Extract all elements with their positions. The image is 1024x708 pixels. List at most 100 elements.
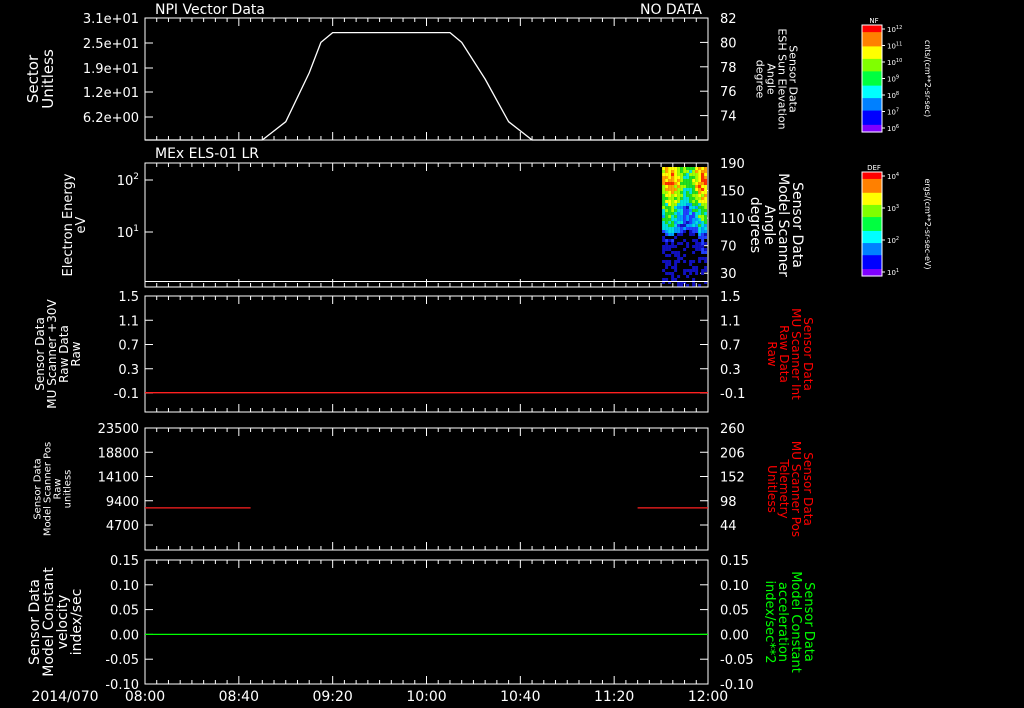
left-tick-label: 1.5 [118, 290, 139, 305]
heat-cell [683, 272, 687, 275]
right-tick-label: 110 [720, 212, 745, 227]
heat-cell [674, 278, 678, 281]
left-tick-label: 0.00 [110, 628, 139, 643]
heat-cell [671, 272, 675, 275]
left-axis-label: Sensor DataMU Scanner +30VRaw DataRaw [33, 299, 83, 409]
heat-cell [680, 227, 684, 230]
heat-cell [701, 176, 705, 179]
heat-cell [668, 191, 672, 194]
heat-cell [692, 224, 696, 227]
heat-cell [665, 263, 669, 266]
left-tick-label: 1.1 [118, 314, 139, 329]
right-tick-label: 152 [720, 471, 745, 486]
heat-cell [683, 230, 687, 233]
heat-cell [701, 185, 705, 188]
heat-cell [671, 230, 675, 233]
colorbar-tick-label: 108 [887, 91, 899, 100]
left-tick-label: 18800 [98, 446, 139, 461]
heat-cell [674, 230, 678, 233]
right-tick-label: 0.05 [720, 604, 749, 619]
right-tick-label: 0.10 [720, 579, 749, 594]
heat-cell [668, 188, 672, 191]
heat-cell [689, 185, 693, 188]
heat-cell [671, 215, 675, 218]
heat-cell [689, 215, 693, 218]
panel-title: MEx ELS-01 LR [155, 146, 259, 162]
heat-cell [671, 227, 675, 230]
colorbar-unit-text: ergs/(cm**2-sr-sec-eV) [923, 178, 932, 269]
left-tick-label: 2.5e+01 [83, 37, 139, 52]
heat-cell [668, 167, 672, 170]
heat-cell [674, 212, 678, 215]
colorbar-tick-label: 101 [887, 268, 899, 277]
heat-cell [701, 242, 705, 245]
heat-cell [674, 191, 678, 194]
heat-cell [695, 245, 699, 248]
heat-cell [674, 176, 678, 179]
heat-cell [704, 212, 708, 215]
heat-cell [698, 233, 702, 236]
heat-cell [674, 173, 678, 176]
heat-cell [704, 251, 708, 254]
time-tick-label: 08:00 [125, 689, 165, 705]
heat-cell [668, 173, 672, 176]
heat-cell [686, 242, 690, 245]
heat-cell [680, 230, 684, 233]
heat-cell [668, 248, 672, 251]
heat-cell [674, 203, 678, 206]
heat-cell [680, 197, 684, 200]
heat-cell [677, 221, 681, 224]
heat-cell [704, 200, 708, 203]
heat-cell [704, 260, 708, 263]
left-axis-label: SectorUnitless [24, 49, 57, 109]
right-axis-label: Sensor DataMU Scanner IntRaw DataRaw [765, 308, 815, 400]
heat-cell [701, 221, 705, 224]
heat-cell [689, 182, 693, 185]
heat-cell [692, 233, 696, 236]
panel-frame [144, 427, 709, 551]
heat-cell [698, 245, 702, 248]
colorbar-tick-label: 109 [887, 75, 899, 84]
left-tick-label: 0.10 [110, 579, 139, 594]
heat-cell [689, 272, 693, 275]
heat-cell [698, 260, 702, 263]
heat-cell [668, 233, 672, 236]
heat-cell [704, 221, 708, 224]
heat-cell [668, 272, 672, 275]
heat-cell [662, 239, 666, 242]
heat-cell [698, 194, 702, 197]
heat-cell [680, 185, 684, 188]
heat-cell [662, 215, 666, 218]
heat-cell [677, 209, 681, 212]
heat-cell [677, 188, 681, 191]
heat-cell [701, 245, 705, 248]
heat-cell [662, 227, 666, 230]
heat-cell [704, 248, 708, 251]
panel-title: NPI Vector Data [155, 2, 265, 18]
heat-cell [671, 266, 675, 269]
heat-cell [692, 167, 696, 170]
heat-cell [689, 197, 693, 200]
heat-cell [668, 245, 672, 248]
heat-cell [677, 176, 681, 179]
heat-cell [695, 185, 699, 188]
heat-cell [674, 251, 678, 254]
heat-cell [701, 197, 705, 200]
heat-cell [686, 173, 690, 176]
colorbar-tick-label: 103 [887, 204, 899, 213]
heat-cell [677, 212, 681, 215]
heat-cell [686, 245, 690, 248]
heat-cell [665, 215, 669, 218]
heat-cell [689, 212, 693, 215]
heat-cell [698, 215, 702, 218]
heat-cell [698, 236, 702, 239]
heat-cell [704, 224, 708, 227]
heat-cell [689, 209, 693, 212]
heat-cell [692, 227, 696, 230]
time-tick-label: 09:20 [312, 689, 352, 705]
left-tick-label: 23500 [98, 422, 139, 437]
heat-cell [662, 176, 666, 179]
heat-cell [671, 185, 675, 188]
heat-cell [686, 269, 690, 272]
right-axis-label-line: Raw [765, 341, 779, 366]
